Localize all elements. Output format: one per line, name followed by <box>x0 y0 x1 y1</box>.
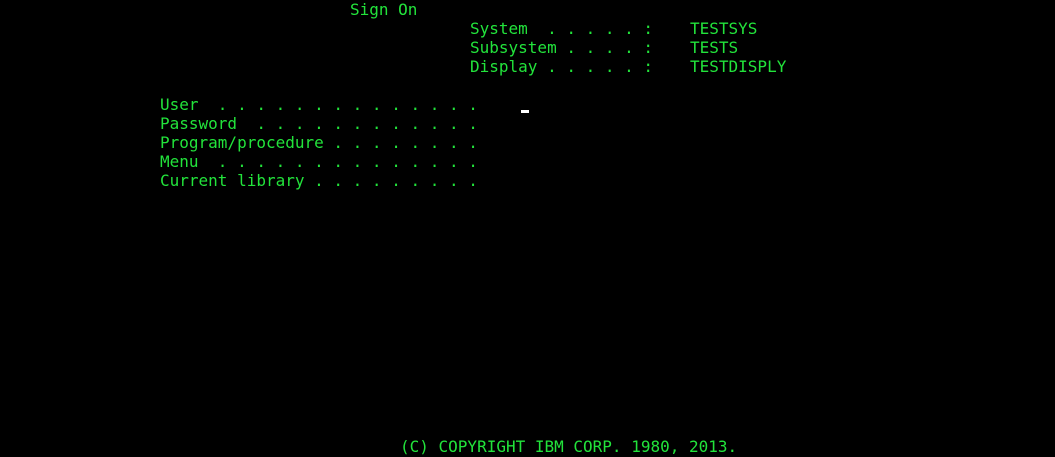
system-value: TESTSYS <box>690 19 758 38</box>
program-procedure-field[interactable] <box>520 133 850 152</box>
screen-title: Sign On <box>350 0 418 19</box>
display-value: TESTDISPLY <box>690 57 787 76</box>
current-library-field[interactable] <box>520 171 850 190</box>
menu-field[interactable] <box>520 152 850 171</box>
system-label: System . . . . . : <box>470 19 654 38</box>
password-label: Password . . . . . . . . . . . . <box>160 114 478 133</box>
display-label: Display . . . . . : <box>470 57 654 76</box>
terminal-screen: Sign On System . . . . . : TESTSYS Subsy… <box>0 0 1055 457</box>
text-cursor <box>521 110 529 113</box>
subsystem-label: Subsystem . . . . : <box>470 38 654 57</box>
menu-label: Menu . . . . . . . . . . . . . . <box>160 152 478 171</box>
program-procedure-label: Program/procedure . . . . . . . . <box>160 133 478 152</box>
password-field[interactable] <box>520 114 850 133</box>
subsystem-value: TESTS <box>690 38 739 57</box>
user-label: User . . . . . . . . . . . . . . <box>160 95 478 114</box>
current-library-label: Current library . . . . . . . . . <box>160 171 478 190</box>
user-field[interactable] <box>520 95 850 114</box>
copyright-notice: (C) COPYRIGHT IBM CORP. 1980, 2013. <box>400 437 738 456</box>
